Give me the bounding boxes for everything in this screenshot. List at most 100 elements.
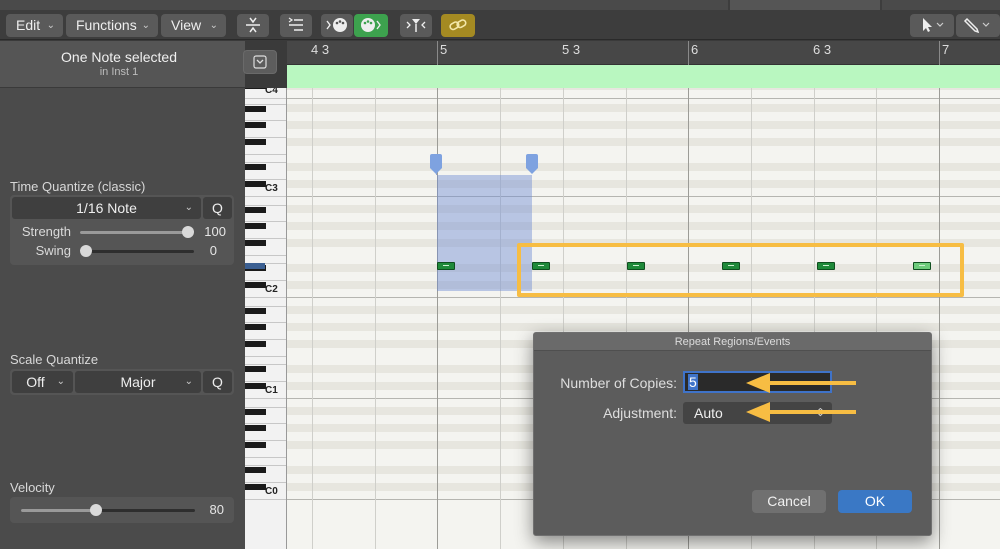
chevron-down-icon: ⌄ [46, 20, 55, 31]
black-key[interactable] [245, 442, 266, 448]
white-key-divider [245, 499, 286, 500]
white-key-divider [245, 356, 286, 357]
white-key-divider [245, 98, 286, 99]
octave-label: C1 [265, 385, 278, 396]
dialog-title: Repeat Regions/Events [534, 333, 931, 351]
pointer-icon [923, 18, 944, 32]
list-indent-icon [288, 17, 303, 31]
bar-ruler[interactable]: 4 3 5 5 3 6 6 3 7 [287, 41, 1000, 65]
black-key[interactable] [245, 467, 266, 473]
white-key-divider [245, 440, 286, 441]
link-button[interactable] [441, 14, 475, 37]
black-key[interactable] [245, 223, 266, 229]
black-key[interactable] [245, 409, 266, 415]
edit-menu[interactable]: Edit ⌄ [6, 14, 63, 37]
black-key-lane [287, 162, 1000, 172]
midi-region-header[interactable] [287, 65, 1000, 88]
pencil-tool-menu[interactable] [956, 14, 1000, 37]
strength-slider[interactable] [80, 226, 194, 238]
bar-grid-line [939, 88, 940, 549]
functions-menu[interactable]: Functions ⌄ [66, 14, 158, 37]
black-key[interactable] [245, 122, 266, 128]
black-key[interactable] [245, 164, 266, 170]
white-key-divider [245, 137, 286, 138]
black-key[interactable] [245, 324, 266, 330]
midi-out-button[interactable] [321, 14, 353, 37]
chevron-down-icon: ⌄ [184, 202, 193, 213]
ok-button[interactable]: OK [838, 490, 912, 513]
black-key[interactable] [245, 240, 266, 246]
white-key-divider [245, 196, 286, 197]
velocity-title: Velocity [10, 480, 55, 495]
white-key-divider [245, 221, 286, 222]
black-key[interactable] [245, 139, 266, 145]
cancel-button[interactable]: Cancel [752, 490, 826, 513]
white-key-divider [245, 238, 286, 239]
chevron-down-icon: ⌄ [141, 20, 150, 31]
time-quantize-title: Time Quantize (classic) [10, 179, 146, 194]
white-key-divider [245, 398, 286, 399]
velocity-slider-knob[interactable] [89, 504, 102, 516]
time-quantize-dropdown[interactable]: 1/16 Note ⌄ [12, 197, 201, 219]
selection-subtitle: in Inst 1 [99, 66, 139, 78]
white-key-divider [245, 457, 286, 458]
left-locator-flag[interactable] [430, 154, 442, 174]
white-key-divider [245, 162, 286, 163]
toolbar: Edit ⌄ Functions ⌄ View ⌄ [0, 0, 1000, 40]
pencil-icon [963, 17, 990, 34]
right-locator-flag[interactable] [526, 154, 538, 174]
scale-quantize-q-button[interactable]: Q [203, 371, 232, 393]
black-key[interactable] [245, 308, 266, 314]
link-icon [449, 19, 467, 31]
white-key-divider [245, 297, 286, 298]
black-key[interactable] [245, 207, 266, 213]
octave-line [287, 98, 1000, 100]
ruler-label: 5 [440, 42, 448, 57]
tab-segment [882, 0, 1000, 10]
inspector-collapse-button[interactable] [243, 50, 277, 74]
piano-keyboard[interactable]: C4 C3 C2 C1 C0 [245, 88, 287, 549]
selection-title: One Note selected [61, 49, 177, 65]
scale-type-dropdown[interactable]: Major ⌄ [75, 371, 201, 393]
black-key[interactable] [245, 106, 266, 112]
view-menu[interactable]: View ⌄ [161, 14, 226, 37]
time-quantize-q-button[interactable]: Q [203, 197, 232, 219]
midi-in-button[interactable] [354, 14, 388, 37]
collapse-vertical-button[interactable] [237, 14, 269, 37]
black-key[interactable] [245, 383, 266, 389]
white-key-divider [245, 205, 286, 206]
black-key[interactable] [245, 484, 266, 490]
inspector-panel: One Note selected in Inst 1 Time Quantiz… [0, 41, 245, 549]
midi-note[interactable] [437, 262, 455, 270]
catch-playhead-button[interactable] [400, 14, 432, 37]
swing-slider-knob[interactable] [80, 245, 92, 257]
list-edit-button[interactable] [280, 14, 312, 37]
window-top-strip [0, 0, 1000, 10]
octave-line [287, 196, 1000, 198]
scale-root-dropdown[interactable]: Off ⌄ [12, 371, 73, 393]
pointer-tool-menu[interactable] [910, 14, 954, 37]
black-key[interactable] [245, 366, 266, 372]
velocity-slider[interactable] [21, 504, 195, 516]
strength-slider-fill [80, 231, 188, 234]
scale-type-value: Major [120, 374, 156, 390]
white-key-divider [245, 255, 286, 256]
black-key-lane [287, 137, 1000, 146]
black-key[interactable] [245, 282, 266, 288]
white-key-divider [245, 364, 286, 365]
white-key-divider [245, 482, 286, 483]
black-key[interactable] [245, 88, 266, 89]
tab-segment [730, 0, 880, 10]
black-key-lane [287, 221, 1000, 231]
swing-slider[interactable] [80, 245, 194, 257]
black-key[interactable] [245, 341, 266, 347]
black-key-lane [287, 306, 1000, 315]
chevron-down-box-icon [253, 55, 267, 69]
octave-label: C3 [265, 183, 278, 194]
white-key-divider [245, 104, 286, 105]
selection-header: One Note selected in Inst 1 [0, 41, 245, 88]
octave-line [287, 297, 1000, 299]
black-key[interactable] [245, 181, 266, 187]
black-key[interactable] [245, 425, 266, 431]
white-key-divider [245, 280, 286, 281]
